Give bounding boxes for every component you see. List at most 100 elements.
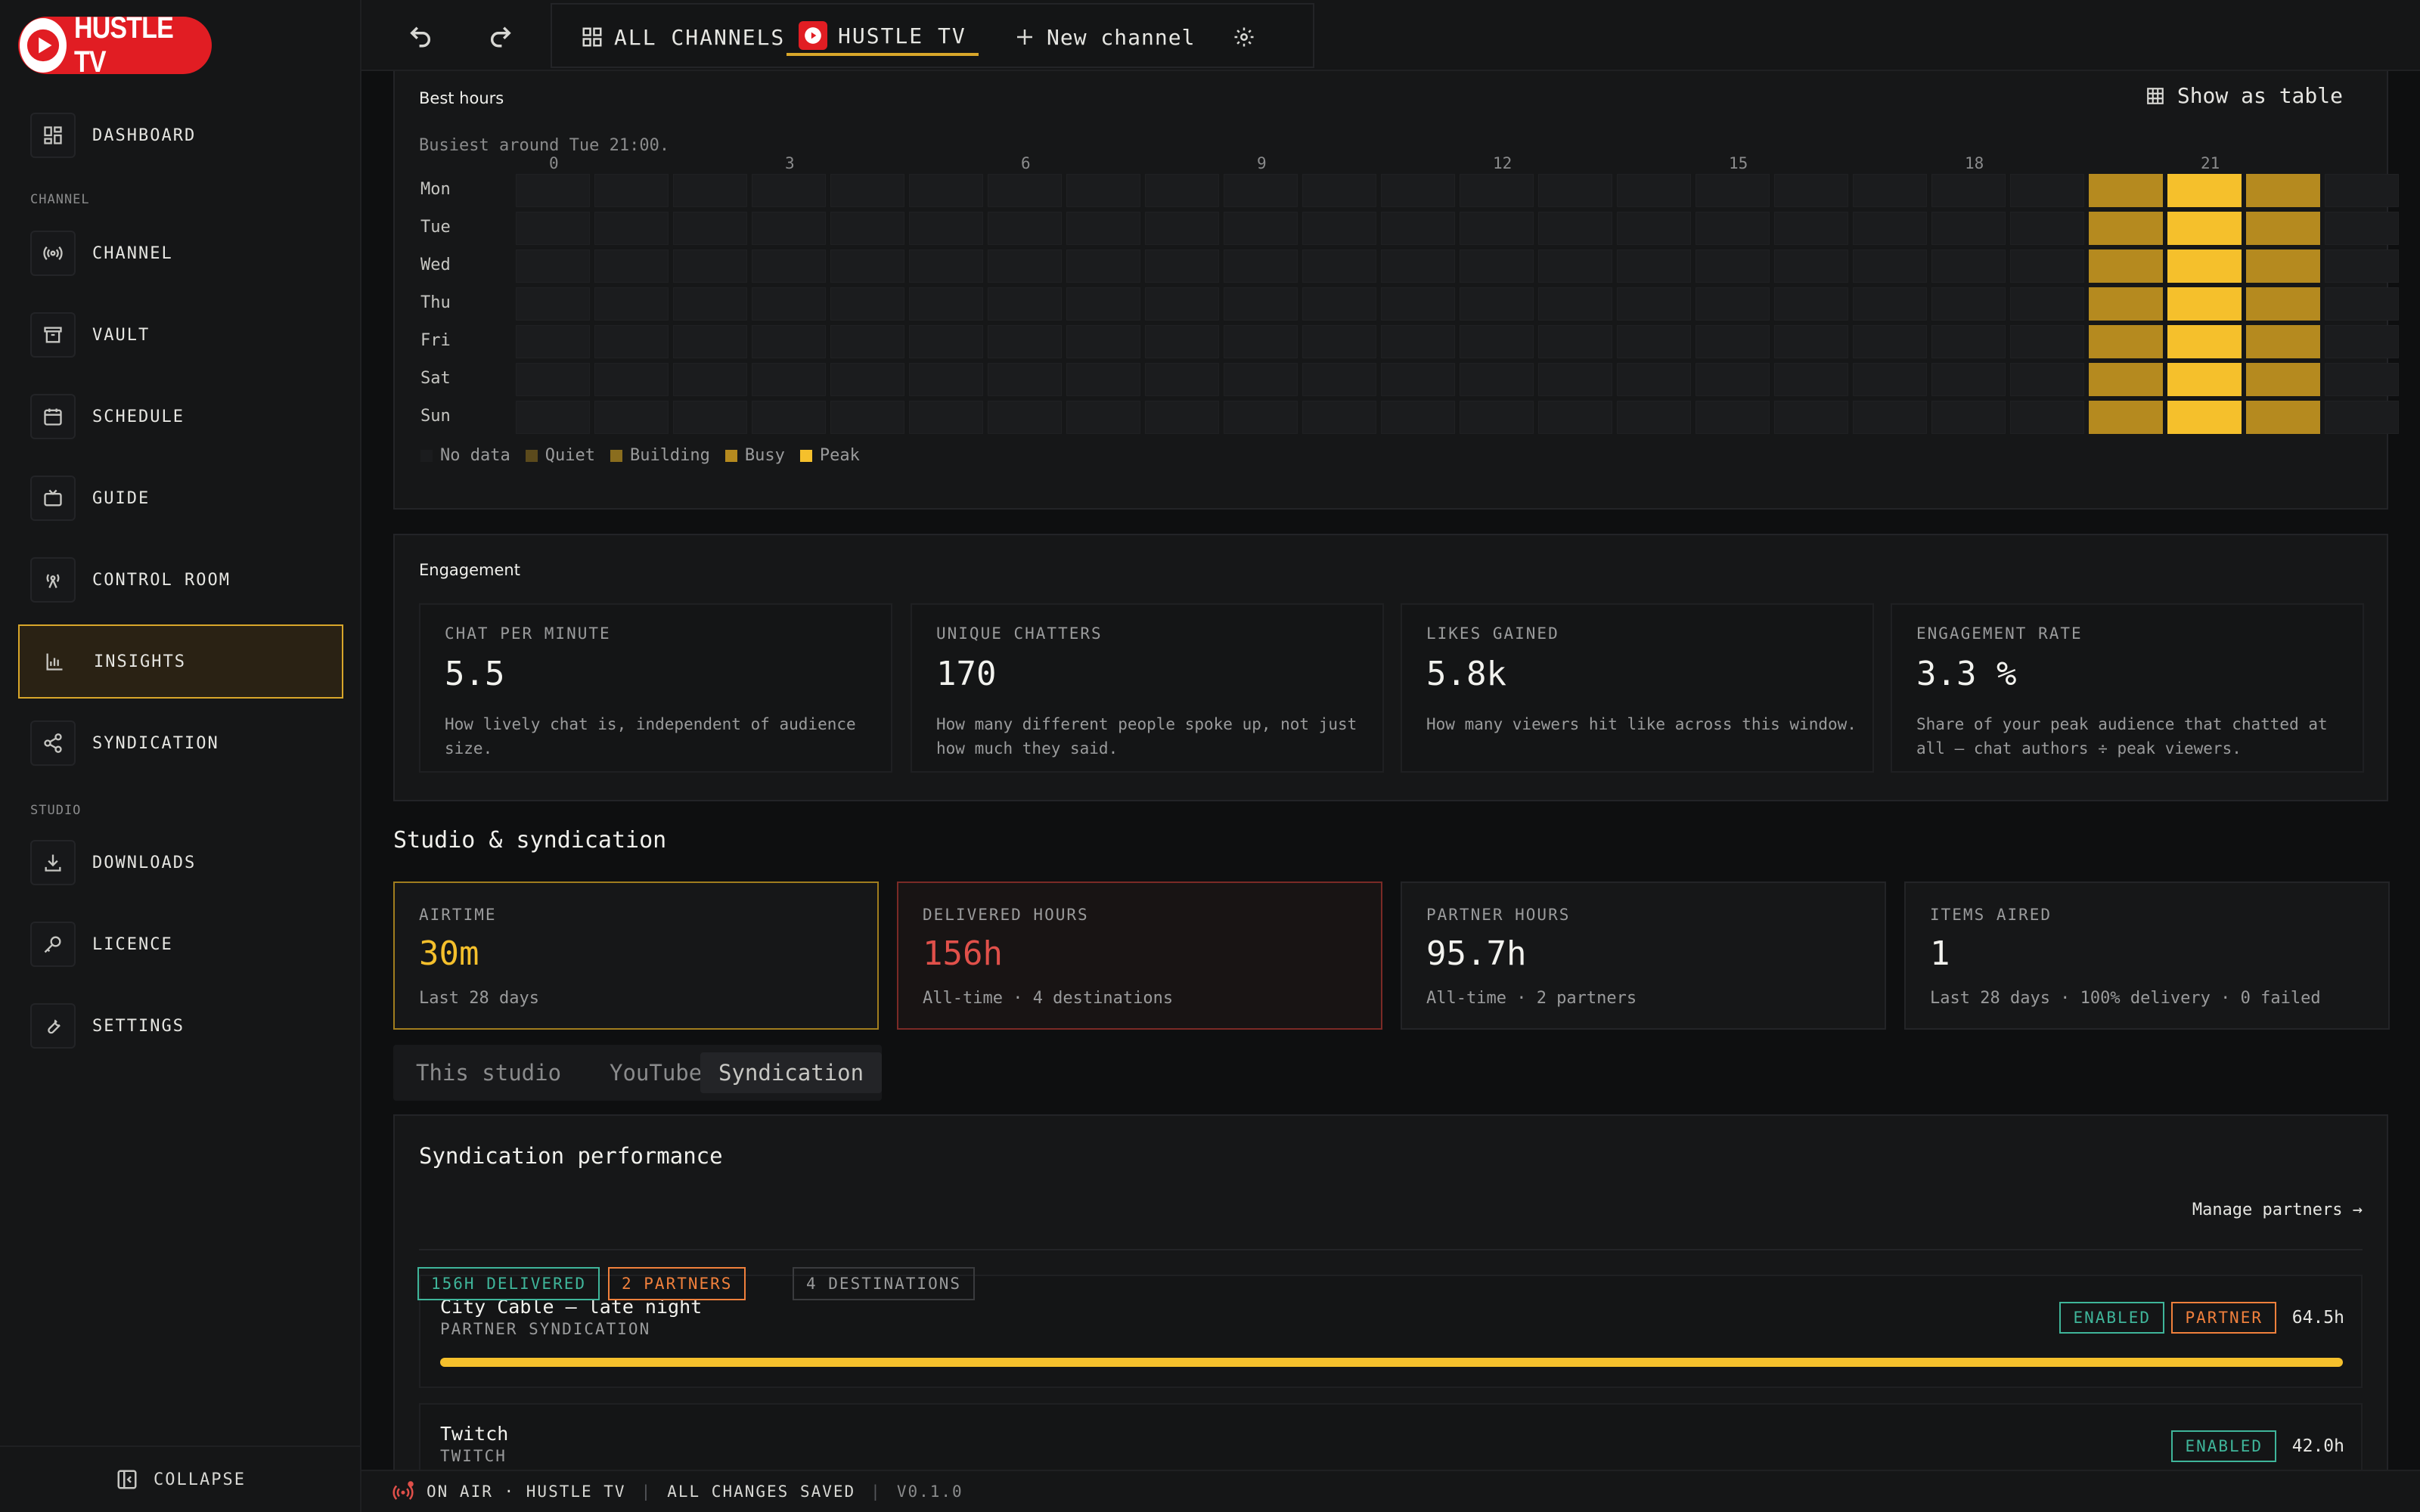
- heatmap-cell[interactable]: [752, 401, 826, 434]
- sidebar-item-syndication[interactable]: SYNDICATION: [18, 706, 343, 780]
- heatmap-cell[interactable]: [1381, 363, 1455, 396]
- heatmap-cell[interactable]: [1145, 287, 1219, 321]
- heatmap-cell[interactable]: [1538, 212, 1612, 245]
- heatmap-cell[interactable]: [988, 287, 1062, 321]
- heatmap-cell[interactable]: [2010, 363, 2084, 396]
- heatmap-cell[interactable]: [1696, 325, 1770, 358]
- heatmap-cell[interactable]: [1066, 249, 1140, 283]
- heatmap-cell[interactable]: [1617, 401, 1691, 434]
- heatmap-cell[interactable]: [1617, 174, 1691, 207]
- heatmap-cell[interactable]: [830, 287, 904, 321]
- heatmap-cell[interactable]: [594, 401, 669, 434]
- heatmap-cell[interactable]: [1460, 363, 1534, 396]
- heatmap-cell[interactable]: [1853, 363, 1927, 396]
- heatmap-cell[interactable]: [909, 287, 983, 321]
- heatmap-cell[interactable]: [1302, 174, 1376, 207]
- collapse-button[interactable]: COLLAPSE: [0, 1445, 361, 1512]
- heatmap-cell[interactable]: [1853, 249, 1927, 283]
- tab-all-channels[interactable]: ALL CHANNELS: [581, 18, 785, 56]
- heatmap-cell[interactable]: [988, 212, 1062, 245]
- heatmap-cell[interactable]: [752, 174, 826, 207]
- heatmap-cell[interactable]: [988, 401, 1062, 434]
- manage-partners-link[interactable]: Manage partners →: [2192, 1201, 2363, 1219]
- syndication-row[interactable]: Twitch TWITCH ENABLED 42.0h: [419, 1403, 2363, 1470]
- heatmap-cell[interactable]: [1696, 287, 1770, 321]
- heatmap-cell[interactable]: [830, 249, 904, 283]
- heatmap-cell[interactable]: [752, 325, 826, 358]
- heatmap-cell[interactable]: [2010, 174, 2084, 207]
- heatmap-cell[interactable]: [1381, 287, 1455, 321]
- heatmap-cell[interactable]: [1302, 212, 1376, 245]
- heatmap-cell[interactable]: [2246, 249, 2320, 283]
- tab-new-channel[interactable]: New channel: [1013, 18, 1195, 56]
- heatmap-cell[interactable]: [1066, 287, 1140, 321]
- heatmap-cell[interactable]: [988, 363, 1062, 396]
- heatmap-cell[interactable]: [1302, 325, 1376, 358]
- heatmap-cell[interactable]: [1617, 212, 1691, 245]
- heatmap-cell[interactable]: [909, 401, 983, 434]
- heatmap-cell[interactable]: [1538, 174, 1612, 207]
- heatmap-cell[interactable]: [1931, 212, 2006, 245]
- heatmap-cell[interactable]: [1617, 363, 1691, 396]
- tab-this-studio[interactable]: This studio: [398, 1052, 579, 1093]
- settings-button[interactable]: [1233, 18, 1266, 56]
- heatmap-cell[interactable]: [2325, 287, 2399, 321]
- heatmap-cell[interactable]: [2010, 325, 2084, 358]
- sidebar-item-guide[interactable]: GUIDE: [18, 461, 343, 535]
- heatmap-cell[interactable]: [2246, 212, 2320, 245]
- heatmap-cell[interactable]: [1853, 212, 1927, 245]
- heatmap-cell[interactable]: [673, 212, 747, 245]
- heatmap-cell[interactable]: [1931, 174, 2006, 207]
- heatmap-cell[interactable]: [1066, 401, 1140, 434]
- heatmap-cell[interactable]: [1460, 401, 1534, 434]
- heatmap-cell[interactable]: [1145, 174, 1219, 207]
- heatmap-cell[interactable]: [1302, 401, 1376, 434]
- heatmap-cell[interactable]: [1066, 174, 1140, 207]
- heatmap-cell[interactable]: [2246, 287, 2320, 321]
- heatmap-cell[interactable]: [1381, 325, 1455, 358]
- heatmap-cell[interactable]: [594, 212, 669, 245]
- heatmap-cell[interactable]: [1774, 287, 1848, 321]
- heatmap-cell[interactable]: [2325, 249, 2399, 283]
- heatmap-cell[interactable]: [1853, 325, 1927, 358]
- heatmap-cell[interactable]: [1066, 363, 1140, 396]
- heatmap-cell[interactable]: [1696, 401, 1770, 434]
- heatmap-cell[interactable]: [752, 249, 826, 283]
- heatmap-cell[interactable]: [830, 325, 904, 358]
- heatmap-cell[interactable]: [1538, 401, 1612, 434]
- heatmap-cell[interactable]: [516, 212, 590, 245]
- heatmap-cell[interactable]: [2246, 325, 2320, 358]
- heatmap-cell[interactable]: [2246, 174, 2320, 207]
- sidebar-item-licence[interactable]: LICENCE: [18, 907, 343, 981]
- heatmap-cell[interactable]: [1066, 325, 1140, 358]
- heatmap-cell[interactable]: [2167, 174, 2242, 207]
- heatmap-cell[interactable]: [988, 249, 1062, 283]
- heatmap-cell[interactable]: [1302, 249, 1376, 283]
- heatmap-cell[interactable]: [2089, 325, 2163, 358]
- heatmap-cell[interactable]: [1460, 174, 1534, 207]
- heatmap-cell[interactable]: [1145, 325, 1219, 358]
- heatmap-cell[interactable]: [1931, 363, 2006, 396]
- heatmap-cell[interactable]: [2010, 401, 2084, 434]
- heatmap-cell[interactable]: [1853, 174, 1927, 207]
- heatmap-cell[interactable]: [1931, 325, 2006, 358]
- heatmap-cell[interactable]: [673, 401, 747, 434]
- heatmap-cell[interactable]: [2167, 249, 2242, 283]
- sidebar-item-insights[interactable]: INSIGHTS: [18, 624, 343, 699]
- heatmap-cell[interactable]: [909, 363, 983, 396]
- heatmap-cell[interactable]: [2089, 287, 2163, 321]
- heatmap-cell[interactable]: [1538, 363, 1612, 396]
- heatmap-cell[interactable]: [2325, 363, 2399, 396]
- sidebar-item-dashboard[interactable]: DASHBOARD: [18, 98, 343, 172]
- heatmap-cell[interactable]: [1538, 249, 1612, 283]
- heatmap-cell[interactable]: [830, 363, 904, 396]
- heatmap-cell[interactable]: [830, 401, 904, 434]
- heatmap-cell[interactable]: [909, 249, 983, 283]
- heatmap-cell[interactable]: [1224, 174, 1298, 207]
- heatmap-cell[interactable]: [1381, 249, 1455, 283]
- undo-button[interactable]: [401, 17, 440, 56]
- heatmap-cell[interactable]: [2246, 401, 2320, 434]
- heatmap-cell[interactable]: [1460, 212, 1534, 245]
- heatmap-cell[interactable]: [594, 363, 669, 396]
- heatmap-cell[interactable]: [988, 174, 1062, 207]
